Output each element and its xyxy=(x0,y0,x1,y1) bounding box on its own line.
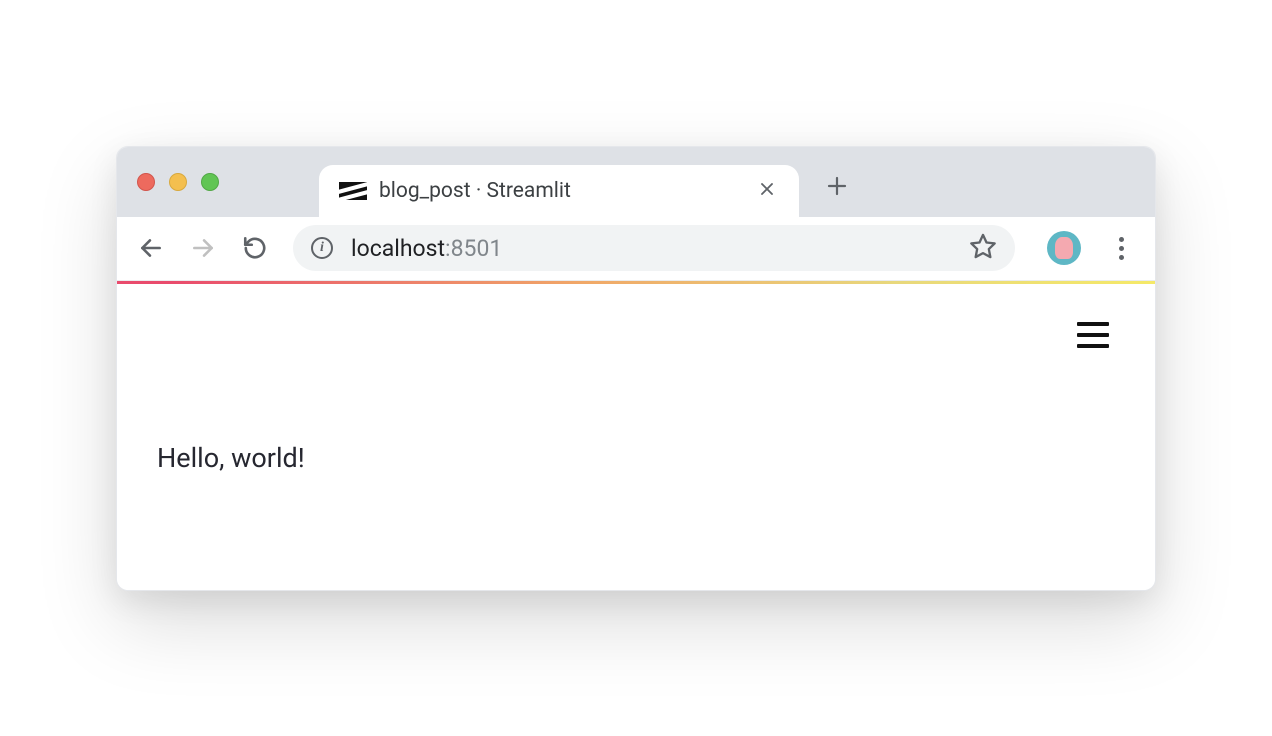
window-minimize-button[interactable] xyxy=(169,173,187,191)
streamlit-app-content: Hello, world! xyxy=(117,284,1155,590)
url-host: localhost xyxy=(351,235,445,262)
back-button[interactable] xyxy=(131,228,171,268)
content-text: Hello, world! xyxy=(157,442,1115,474)
window-close-button[interactable] xyxy=(137,173,155,191)
site-info-icon[interactable]: i xyxy=(311,237,333,259)
streamlit-menu-button[interactable] xyxy=(1077,322,1109,348)
address-bar[interactable]: i localhost :8501 xyxy=(293,225,1015,271)
window-maximize-button[interactable] xyxy=(201,173,219,191)
tab-close-button[interactable] xyxy=(755,177,779,205)
streamlit-favicon-icon xyxy=(339,181,367,201)
browser-tab[interactable]: blog_post · Streamlit xyxy=(319,165,799,217)
profile-avatar[interactable] xyxy=(1047,231,1081,265)
reload-button[interactable] xyxy=(235,228,275,268)
browser-menu-button[interactable] xyxy=(1101,228,1141,268)
bookmark-star-icon[interactable] xyxy=(969,232,997,264)
window-controls xyxy=(137,173,219,191)
url-port: :8501 xyxy=(445,235,502,262)
tab-title: blog_post · Streamlit xyxy=(379,179,755,203)
forward-button[interactable] xyxy=(183,228,223,268)
new-tab-button[interactable] xyxy=(825,174,849,203)
tab-strip: blog_post · Streamlit xyxy=(117,147,1155,217)
browser-toolbar: i localhost :8501 xyxy=(117,217,1155,281)
browser-window: blog_post · Streamlit i localhost :8501 xyxy=(116,146,1156,591)
